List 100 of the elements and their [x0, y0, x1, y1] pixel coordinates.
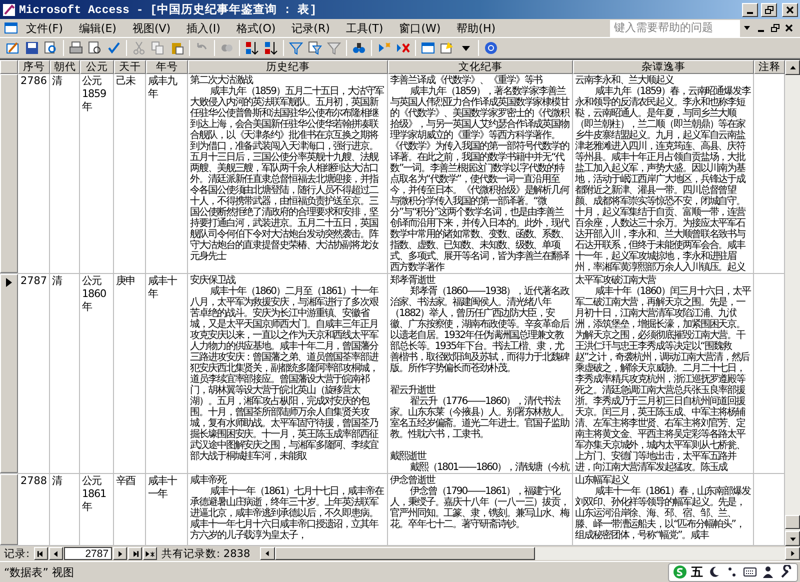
- table-cell: 咸丰十年: [146, 274, 188, 473]
- help-icon: [484, 41, 498, 55]
- entry-text: 郑孝胥（1860——1938），近代著名政治家、书法家。福建闽侯人。清光绪八年（1882）举人，曾历任广西边防大臣，安徽、广东按察使，湖南布政使等。辛亥革命后以遗老自居。1932年任伪满洲国总理兼文教部总长等。1935年下台。书法工楷、隶，尤善楷书，取径欧阳询及苏轼，而得力于北魏碑版。所作字势偏长而苍劲朴茂。: [390, 286, 570, 374]
- filter-form-button[interactable]: [306, 39, 324, 57]
- table-cell: 辛酉: [114, 474, 146, 545]
- column-header[interactable]: 年号: [146, 60, 188, 74]
- menu-item[interactable]: 帮助(H): [448, 20, 504, 36]
- cut-icon: [132, 41, 146, 55]
- entry-title: 郑孝胥逝世: [390, 275, 436, 286]
- table-cell: 清: [50, 474, 80, 545]
- right-arrow-icon: [788, 549, 797, 558]
- entry-title: 伊念曾逝世: [390, 475, 436, 486]
- scroll-thumb[interactable]: [275, 547, 536, 560]
- column-header[interactable]: 朝代: [50, 60, 80, 74]
- column-header[interactable]: 注释: [754, 60, 785, 74]
- next-record-button[interactable]: [112, 547, 127, 560]
- help-search-field[interactable]: 键入需要帮助的问题: [610, 20, 740, 36]
- spelling-check-icon: [107, 41, 121, 55]
- entry-title: 咸丰帝死: [190, 475, 226, 486]
- first-record-button[interactable]: [34, 547, 48, 560]
- menu-item[interactable]: 窗口(W): [391, 20, 449, 36]
- save-icon: [25, 41, 39, 55]
- entry-title: 太平军攻破江南大营: [575, 275, 657, 286]
- entry-text: 翟云升（1776——1860），清代书法家。山东东莱（今掖县）人。别署东林敖人。室名五经岁偏斋。道光二年进士。官国子监助教。性耽六书，工隶书。: [390, 396, 570, 440]
- restore-icon: [764, 6, 774, 14]
- caret-icon: [743, 24, 751, 32]
- record-number-field[interactable]: 2787: [64, 547, 112, 560]
- restore-button[interactable]: [761, 2, 777, 16]
- table-cell: 庚申: [114, 274, 146, 473]
- table-cell: 己未: [114, 74, 146, 273]
- table-cell: 公元 1859年: [80, 74, 114, 273]
- paste-icon: [170, 41, 184, 55]
- print-icon: [69, 41, 83, 55]
- record-label: 记录:: [3, 546, 31, 560]
- database-window-icon: [421, 41, 435, 55]
- menu-item[interactable]: 编辑(E): [70, 20, 124, 36]
- scroll-right-button[interactable]: [785, 547, 800, 560]
- entry-text: 咸丰十一年（1861）七月十七日，咸丰帝在承德避暑山庄病逝，终年三十岁。上年英法联军进逼北京，咸丰帝逃到承德以后，不久即患病。咸丰十一年七月十六日咸丰帝口授遗诏，立其年方六岁的儿子载淳为皇太子，: [190, 486, 385, 541]
- scroll-thumb[interactable]: [785, 515, 800, 529]
- table-cell: 2787: [18, 274, 50, 473]
- design-view-icon: [6, 41, 20, 55]
- table-cell: 清: [50, 74, 80, 273]
- close-button[interactable]: [782, 2, 798, 16]
- last-record-button[interactable]: [128, 547, 142, 560]
- window-title: Microsoft Access - [中国历史纪事年鉴查询 : 表]: [19, 2, 318, 17]
- previous-record-button[interactable]: [48, 547, 63, 560]
- entry-text: 伊念曾（1790——1861），福建宁化人，秉绶子。嘉庆十八年（一八一三）拔贡，官严州同知。工篆、隶，镌刻。兼写山水、梅花。卒年七十二。著守研斋诗钞。: [390, 486, 570, 530]
- entry-text: 咸丰十年（1860）闰三月十六日，太平军二破江南大营，再解天京之围。先是，一月初十日，江南大营清军攻陷江浦、九洑洲，添筑堡垒，增掘长濠，加紧围困天京。为解天京之围，必须彻底摧毁江南大营。干王洪仁玕与忠王李秀成等决定以“围魏救赵”之计，奇袭杭州，调动江南大营清，然后乘虚破之，解除天京威胁。二月二十七日，李秀成率精兵攻克杭州，浙江巡抚罗遵殿等死之。清廷急调江南大营总兵张玉良率部援浙。李秀成乃于三月初三日自杭州间道回援天京。闰三月，英王陈玉成、中军主将杨辅清、左军主将李世贤、右军主将刘官芳、定南主将黄文金、平西主将吴定彩等各路太平军亦集天京城外，城内太平军则从七桥瓮、上方门、安德门等地出击，太平军五路并进，向江南大营清军发起猛攻。陈玉成: [575, 286, 751, 473]
- filter-selection-icon: [289, 41, 303, 55]
- entry-title: 李善兰译成《代数学》、《重学》等书: [390, 75, 542, 86]
- entry-text: 咸丰十一年（1861）春，山东南部爆发刘双印、孙化祥等领导的幅军起义。先是，山东运河沿岸徐、海、邳、宿、邹、兰、滕、峄一带漕运船夫，以“匹布分幅帕头”，组成秘密团体，号称“幅党”。咸丰: [575, 486, 751, 541]
- column-header[interactable]: 序号: [18, 60, 50, 74]
- menu-item[interactable]: 工具(T): [338, 20, 392, 36]
- minimize-button[interactable]: [742, 2, 758, 16]
- document-menu-icon: [4, 21, 18, 35]
- sort-descending-button[interactable]: [262, 39, 280, 57]
- restore-button[interactable]: [768, 21, 782, 35]
- vertical-scrollbar[interactable]: [785, 60, 800, 546]
- table-cell: 2788: [18, 474, 50, 545]
- new-record-button[interactable]: [142, 547, 157, 560]
- sort-ascending-button[interactable]: [243, 39, 261, 57]
- entry-title: 翟云升逝世: [390, 385, 436, 396]
- binoculars-icon: [352, 41, 366, 55]
- scroll-left-button[interactable]: [260, 547, 276, 560]
- row-selector[interactable]: [0, 74, 18, 273]
- minimize-icon: [758, 30, 764, 32]
- entry-text: 咸丰十年（1860）二月至（1861）十一年八月，太平军为救援安庆，与湘军进行了多次艰苦卓绝的战斗。安庆为长江中游重镇、安徽省城，又是太平天国京师西大门。自咸丰三年正月攻克安庆以来，一直以之作为天京和西线太平军人力物力的供应基地。咸丰十年二月，曾国藩分三路进攻安庆：曾国藩之弟、道员曾国荃率部进犯安庆西北集贤关，副都统多隆阿率部攻桐城，道员李续宜率部接应。曾国藩设大营于皖南祁门，胡林翼等设大营于皖北英山（旋移营太湖）。五月，湘军攻占枞阳，完成对安庆的包围。十月，曾国荃所部陆师万余人自集贤关攻城，复有水师助战。太平军固守待援，曾国荃乃掘长壕围困安庆。十一月，英王陈玉成率部西征武汉途中图解安庆之围，与湘军多隆阿、李续宜部大战于桐城挂车河，未能取: [190, 286, 380, 462]
- entry-text: 戴熙（1801——1860），清钱塘（今杭: [409, 462, 570, 473]
- new-record-icon: [377, 41, 391, 55]
- menu-item[interactable]: 记录(R): [284, 20, 338, 36]
- horizontal-scrollbar[interactable]: [260, 547, 800, 560]
- entry-title: 安庆保卫战: [190, 275, 236, 286]
- save-button[interactable]: [23, 39, 41, 57]
- column-header[interactable]: 公元: [80, 60, 114, 74]
- menu-item[interactable]: 格式(O): [228, 20, 284, 36]
- column-header[interactable]: 文化纪事: [388, 60, 573, 74]
- record-count: 共有记录数: 2838: [160, 546, 252, 560]
- new-record-icon: [144, 548, 155, 558]
- menu-item[interactable]: 视图(V): [124, 20, 179, 36]
- menu-item[interactable]: 文件(F): [18, 20, 71, 36]
- menu-item[interactable]: 插入(I): [178, 20, 228, 36]
- input-mode-text[interactable]: 五: [691, 564, 703, 580]
- column-header[interactable]: 杂谭逸事: [573, 60, 754, 74]
- entry-title: 第二次大沽激战: [190, 75, 254, 86]
- delete-record-icon: [396, 41, 410, 55]
- row-selector[interactable]: [0, 474, 18, 545]
- restore-icon: [770, 24, 780, 32]
- column-header[interactable]: 天干: [114, 60, 146, 74]
- view-status: “数据表” 视图: [3, 564, 75, 580]
- entry-text: 咸丰九年（1859）五月二十五日，大沽守军大败侵入内河的英法联军舰队。五月初，英国新任驻华公使普鲁斯和法国驻华公使布尔布隆相继到达上海，会合美国新任驻华公使华若翰拼凑联合舰队，以《天津条约》批准书在京互换之期将到为借口，准备武装闯入天津海口，强行进京。五月十三日后，三国公使分率英舰十九艘、法舰两艘、美舰三艘，军队两千余人相继到达大沽口外。清廷派新任直隶总督恒福去北塘迎接，并指令各国公使须由北塘登陆，随行人员不得超过二十人，不得携带武器，由恒福负责护送至京。三国公使断然拒绝了清政府的合理要求和安排，坚持要打通白河，武装进京。五月二十五日，英国舰队司令何伯下令对大沽炮台发动突然袭击。阵守大沽炮台的直隶提督史荣椿、大沽协副将龙汝元身先士: [190, 86, 385, 262]
- scroll-up-button[interactable]: [785, 60, 800, 75]
- table-cell: 咸丰九年: [146, 74, 188, 273]
- filter-icon: [327, 41, 341, 55]
- filter-form-icon: [308, 41, 322, 55]
- copy-icon: [151, 41, 165, 55]
- close-icon: [785, 24, 793, 32]
- help-button[interactable]: [482, 39, 500, 57]
- scroll-down-button[interactable]: [785, 531, 800, 546]
- column-header[interactable]: 历史纪事: [188, 60, 388, 74]
- row-selector[interactable]: [0, 274, 18, 473]
